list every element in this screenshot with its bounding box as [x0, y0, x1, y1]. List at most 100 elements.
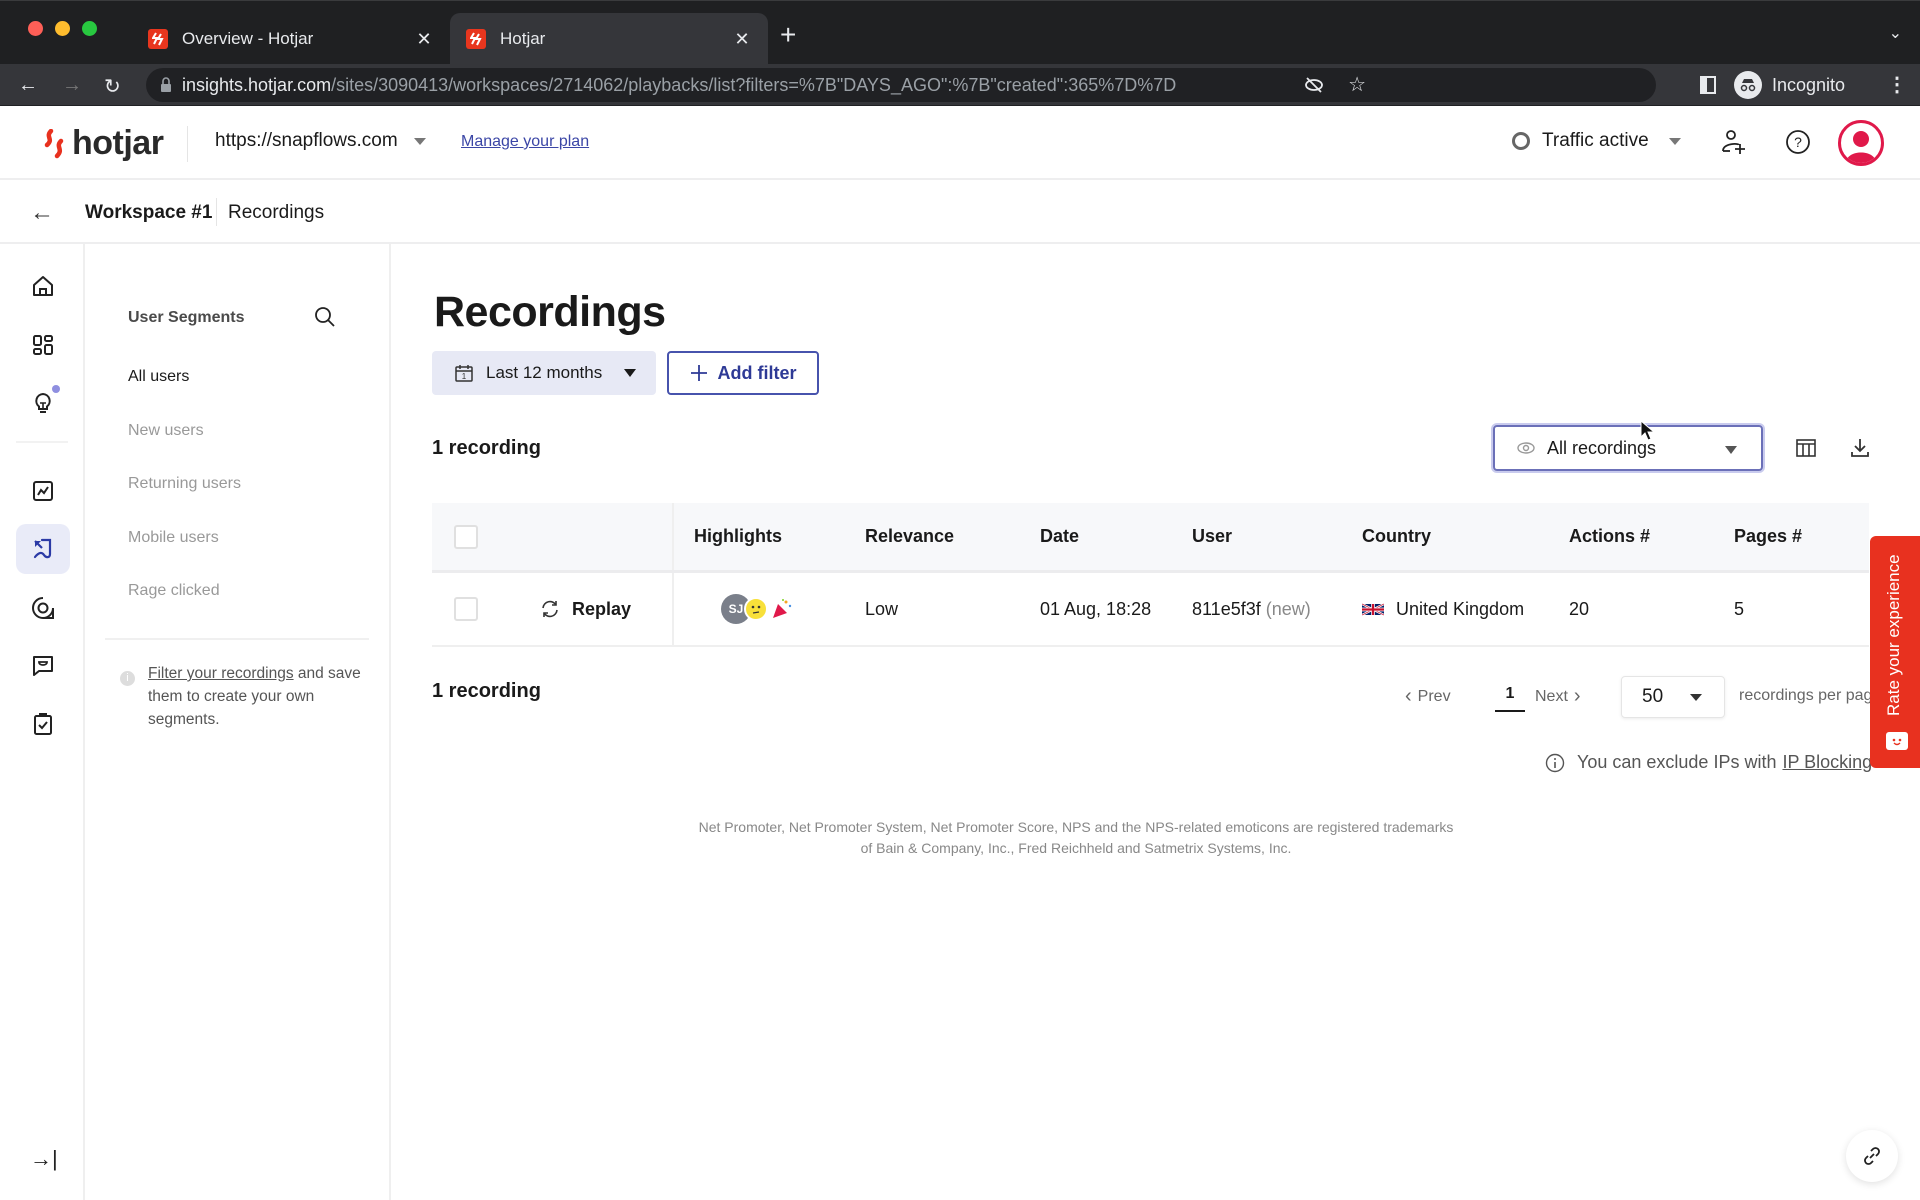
- browser-menu-icon[interactable]: ⋮: [1887, 72, 1907, 97]
- party-popper-icon: [773, 599, 792, 618]
- table-columns-icon[interactable]: [1795, 437, 1817, 459]
- copy-link-button[interactable]: [1846, 1130, 1898, 1182]
- prev-page-button[interactable]: ‹ Prev: [1405, 685, 1451, 708]
- manage-plan-link[interactable]: Manage your plan: [461, 133, 589, 151]
- browser-toolbar: ← → ↻ insights.hotjar.com/sites/3090413/…: [0, 64, 1920, 106]
- user-segments-panel: User Segments All users New users Return…: [85, 244, 391, 1200]
- hotjar-favicon-icon: [148, 29, 168, 49]
- status-ring-icon: [1512, 132, 1530, 150]
- trademark-note: Net Promoter, Net Promoter System, Net P…: [698, 819, 1454, 856]
- date-cell: 01 Aug, 18:28: [1040, 598, 1152, 619]
- incognito-label: Incognito: [1772, 74, 1846, 95]
- breadcrumb: ← Workspace #1 Recordings: [0, 180, 1920, 244]
- column-header-user[interactable]: User: [1192, 503, 1232, 570]
- collapse-sidebar-icon[interactable]: →|: [30, 1146, 58, 1172]
- filter-recordings-link[interactable]: Filter your recordings: [148, 665, 294, 682]
- column-separator: [672, 573, 674, 645]
- segment-all-users[interactable]: All users: [128, 368, 189, 386]
- column-header-country[interactable]: Country: [1362, 503, 1431, 570]
- breadcrumb-workspace[interactable]: Workspace #1: [85, 202, 212, 224]
- per-page-select[interactable]: 50: [1621, 676, 1725, 718]
- reload-icon[interactable]: ↻: [104, 74, 121, 99]
- country-cell: United Kingdom: [1362, 573, 1524, 645]
- relevance-cell: Low: [865, 598, 899, 619]
- neutral-face-emoji-icon: [744, 597, 768, 621]
- side-panel-icon[interactable]: [1700, 76, 1716, 94]
- column-separator: [672, 503, 674, 570]
- column-header-date[interactable]: Date: [1040, 503, 1079, 570]
- tab-search-chevron-icon[interactable]: ⌄: [1889, 23, 1902, 43]
- bookmark-star-icon[interactable]: ☆: [1348, 72, 1366, 97]
- rail-item-recordings[interactable]: [16, 524, 70, 574]
- window-maximize-button[interactable]: [82, 21, 97, 36]
- hotjar-logo[interactable]: hotjar: [42, 124, 164, 163]
- rail-item-highlights[interactable]: [16, 378, 70, 428]
- site-selector[interactable]: https://snapflows.com: [215, 130, 426, 152]
- segments-divider: [105, 638, 369, 640]
- incognito-icon: [1734, 71, 1762, 99]
- new-tab-button[interactable]: +: [780, 19, 796, 51]
- segments-title: User Segments: [128, 309, 245, 326]
- tracking-blocked-eye-icon[interactable]: [1304, 76, 1324, 94]
- replay-button[interactable]: Replay: [540, 573, 631, 645]
- traffic-status-dropdown[interactable]: Traffic active: [1512, 130, 1681, 152]
- user-avatar[interactable]: [1838, 120, 1884, 166]
- replay-label: Replay: [572, 598, 632, 619]
- url-host: insights.hotjar.com: [182, 74, 332, 95]
- rail-item-tasks[interactable]: [16, 699, 70, 749]
- rate-experience-tab[interactable]: Rate your experience: [1870, 536, 1920, 768]
- back-arrow-icon[interactable]: ←: [18, 74, 38, 97]
- table-row[interactable]: Replay SJ Low 01 Aug, 18:28 811e5f3f (new…: [432, 573, 1869, 647]
- tab-title: Hotjar: [500, 29, 546, 48]
- row-checkbox[interactable]: [454, 573, 478, 645]
- rail-item-surveys[interactable]: [16, 583, 70, 633]
- search-icon[interactable]: [314, 306, 336, 328]
- tab-title: Overview - Hotjar: [182, 29, 314, 48]
- country-name: United Kingdom: [1396, 598, 1525, 619]
- app-header: hotjar https://snapflows.com Manage your…: [0, 106, 1920, 180]
- caret-down-icon: [413, 137, 426, 145]
- next-page-button[interactable]: Next ›: [1535, 685, 1581, 708]
- segment-rage-clicked[interactable]: Rage clicked: [128, 582, 220, 600]
- forward-arrow-icon[interactable]: →: [62, 74, 82, 97]
- current-page-number[interactable]: 1: [1495, 685, 1525, 712]
- column-header-actions[interactable]: Actions #: [1569, 503, 1650, 570]
- tab-close-icon[interactable]: ✕: [414, 29, 434, 50]
- feedback-icon: [33, 656, 53, 676]
- ip-note-text: You can exclude IPs with: [1577, 752, 1777, 772]
- incognito-indicator[interactable]: Incognito: [1734, 68, 1845, 102]
- help-icon[interactable]: ?: [1784, 128, 1812, 156]
- window-minimize-button[interactable]: [55, 21, 70, 36]
- info-icon: [1545, 753, 1565, 772]
- add-filter-button[interactable]: Add filter: [667, 351, 819, 395]
- actions-count-cell: 20: [1569, 598, 1590, 619]
- ip-blocking-link[interactable]: IP Blocking: [1782, 752, 1872, 773]
- tab-close-icon[interactable]: ✕: [732, 29, 752, 50]
- select-all-checkbox[interactable]: [454, 503, 478, 570]
- address-bar[interactable]: insights.hotjar.com/sites/3090413/worksp…: [146, 68, 1656, 102]
- replay-icon: [542, 600, 558, 618]
- rail-item-feedback[interactable]: [16, 641, 70, 691]
- recording-view-select[interactable]: All recordings: [1493, 425, 1763, 471]
- invite-user-icon[interactable]: [1720, 128, 1748, 156]
- segment-new-users[interactable]: New users: [128, 422, 204, 440]
- user-id: 811e5f3f: [1192, 598, 1261, 619]
- window-close-button[interactable]: [28, 21, 43, 36]
- rail-item-trends[interactable]: [16, 466, 70, 516]
- date-range-dropdown[interactable]: 1 Last 12 months: [432, 351, 656, 395]
- rail-item-dashboards[interactable]: [16, 320, 70, 370]
- rail-item-home[interactable]: [16, 261, 70, 311]
- column-header-relevance[interactable]: Relevance: [865, 503, 954, 570]
- column-header-highlights[interactable]: Highlights: [694, 503, 782, 570]
- main-content: Recordings 1 Last 12 months Add filter 1…: [391, 244, 1920, 1200]
- header-divider: [187, 126, 188, 162]
- segment-mobile-users[interactable]: Mobile users: [128, 529, 219, 547]
- browser-tab-overview[interactable]: Overview - Hotjar ✕: [132, 13, 450, 65]
- chevron-right-icon: ›: [1573, 685, 1581, 707]
- column-header-pages[interactable]: Pages #: [1734, 503, 1802, 570]
- segment-returning-users[interactable]: Returning users: [128, 475, 241, 493]
- download-icon[interactable]: [1849, 437, 1871, 459]
- back-arrow-icon[interactable]: ←: [30, 199, 54, 227]
- hotjar-logo-icon: [44, 128, 64, 158]
- browser-tab-hotjar[interactable]: Hotjar ✕: [450, 13, 768, 65]
